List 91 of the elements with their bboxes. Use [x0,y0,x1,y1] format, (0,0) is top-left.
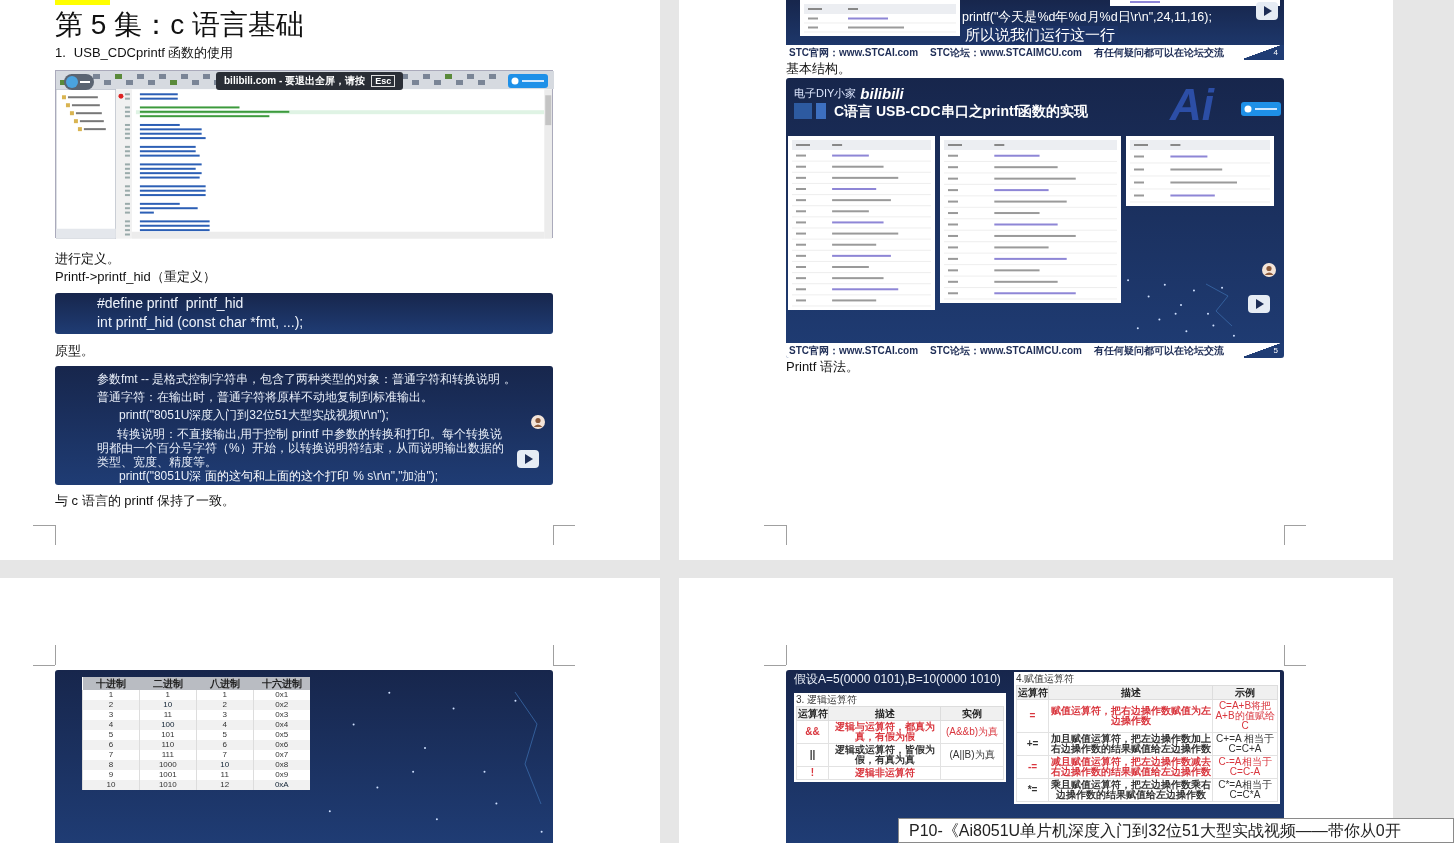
slide-text: 转换说明：不直接输出,用于控制 printf 中参数的转换和打印。每个转换说明都由一个百分号字符（%）开始，以转换说明符结束，从而说明输出数据的类型、宽度、精度等。 [97,427,505,469]
table-cell: 减且赋值运算符，把左边操作数减去右边操作数的结果赋值给左边操作数 [1048,755,1213,779]
column-header: 八进制 [196,677,254,690]
table-cell: C+=A 相当于C=C+A [1212,732,1278,756]
paragraph: 基本结构。 [786,60,852,78]
table-cell: 0xA [253,780,310,790]
column-header: 十进制 [82,677,140,690]
highlight-mark [55,0,110,5]
table-cell: 10 [196,760,254,770]
table-title: 4.赋值运算符 [1016,673,1076,685]
table-cell: += [1016,732,1049,756]
footer-note: 有任何疑问都可以在论坛交流 [1093,46,1224,59]
decor-squares-icon [794,103,826,119]
slide-text: % s\r\n","加油"); [353,469,439,483]
table-cell: = [1016,699,1049,733]
table-cell: 逻辑与运算符，都真为真，有假为假 [828,720,941,744]
slide-text: 参数fmt -- 是格式控制字符串，包含了两种类型的对象：普通字符和转换说明 。 [97,372,517,386]
table-cell: (A&&b)为真 [940,720,1004,744]
column-header: 十六进制 [253,677,310,690]
table-cell: 4 [196,720,254,730]
subtitle-text: 所以说我们运行这一行 [962,26,1118,44]
column-header: 实例 [940,706,1004,721]
column-header: 描述 [1048,685,1213,700]
play-icon[interactable] [1248,295,1270,313]
slide-caption: 假设A=5(0000 0101),B=10(0000 1010) [794,672,1002,687]
table-cell: 逻辑非运算符 [828,766,941,780]
slide-number: 5 [1244,343,1284,358]
table-cell: 110 [139,740,197,750]
table-cell: 乘且赋值运算符，把左边操作数乘右边操作数的结果赋值给左边操作数 [1048,778,1213,802]
table-cell: C-=A相当于C=C-A [1212,755,1278,779]
paragraph: Printf 语法。 [786,358,860,376]
paragraph: 原型。 [55,342,95,360]
table-cell: && [796,720,829,744]
column-header: 示例 [1212,685,1278,700]
brand-logo: Ai [1170,82,1214,128]
code-line: #define printf printf_hid [97,294,245,313]
table-cell: 0x2 [253,700,310,710]
esc-key: Esc [371,75,396,87]
table-cell: || [796,743,829,767]
list-item-text: USB_CDCprintf 函数的使用 [73,45,234,61]
slide-title: C语言 USB-CDC串口之printf函数的实现 [834,102,1089,120]
slide-text: printf("8051U深度入门到32位51大型实战视频\r\n"); [118,408,390,422]
paragraph: Printf->printf_hid（重定义） [55,268,217,286]
table-cell: 100 [139,720,197,730]
heading: 第 5 集：c 语言基础 [55,8,305,42]
column-header: 运算符 [796,706,829,721]
play-icon[interactable] [1256,2,1278,20]
table-cell: 逻辑或运算符，皆假为假，有真为真 [828,743,941,767]
play-icon[interactable] [517,450,539,468]
table-cell: 0x6 [253,740,310,750]
table-cell: C=A+B将把A+B的值赋给C [1212,699,1278,733]
paragraph: 与 c 语言的 printf 保持了一致。 [55,492,236,510]
table-cell: 8 [82,760,140,770]
table-cell: 4 [82,720,140,730]
notice-text: bilibili.com - 要退出全屏，请按 [224,74,366,88]
tooltip: P10-《Ai8051U单片机深度入门到32位51大型实战视频——带你从0开 [898,818,1454,843]
column-header: 描述 [828,706,941,721]
paragraph: 进行定义。 [55,250,121,268]
table-cell: 6 [196,740,254,750]
table-cell: 2 [196,700,254,710]
table-cell: 10 [139,700,197,710]
subtitle-text: 面的这句和上面的这个打印 [205,469,350,483]
table-cell: 10 [82,780,140,790]
slide-code: printf("今天是%d年%d月%d日\r\n",24,11,16); [962,9,1212,26]
slide-text: 普通字符：在输出时，普通字符将原样不动地复制到标准输出。 [97,390,434,404]
list-number: 1. [55,45,66,61]
table-cell: 1000 [139,760,197,770]
table-cell: (A||B)为真 [940,743,1004,767]
table-cell: 2 [82,700,140,710]
column-header: 二进制 [139,677,197,690]
table-cell: 加且赋值运算符，把左边操作数加上右边操作数的结果赋值给左边操作数 [1048,732,1213,756]
table-cell: 12 [196,780,254,790]
table-title: 3. 逻辑运算符 [796,694,859,706]
column-header: 运算符 [1016,685,1049,700]
table-cell: ! [796,766,829,780]
slide-number: 4 [1244,45,1284,60]
logo: bilibili [860,86,904,101]
table-cell: 0x8 [253,760,310,770]
table-cell: 赋值运算符，把右边操作数赋值为左边操作数 [1048,699,1213,733]
table-cell: 1010 [139,780,197,790]
avatar-icon [1262,263,1276,277]
avatar-icon [531,415,545,429]
table-cell: 6 [82,740,140,750]
slide-text: printf("8051U深 [119,469,202,483]
table-cell: *= [1016,778,1049,802]
channel-name: 电子DIY小家 [794,87,857,100]
table-cell: 0x4 [253,720,310,730]
table-cell: -= [1016,755,1049,779]
footer-note: 有任何疑问都可以在论坛交流 [1093,344,1224,357]
code-line: int printf_hid (const char *fmt, ...); [97,313,305,332]
table-cell: C*=A相当于C=C*A [1212,778,1278,802]
